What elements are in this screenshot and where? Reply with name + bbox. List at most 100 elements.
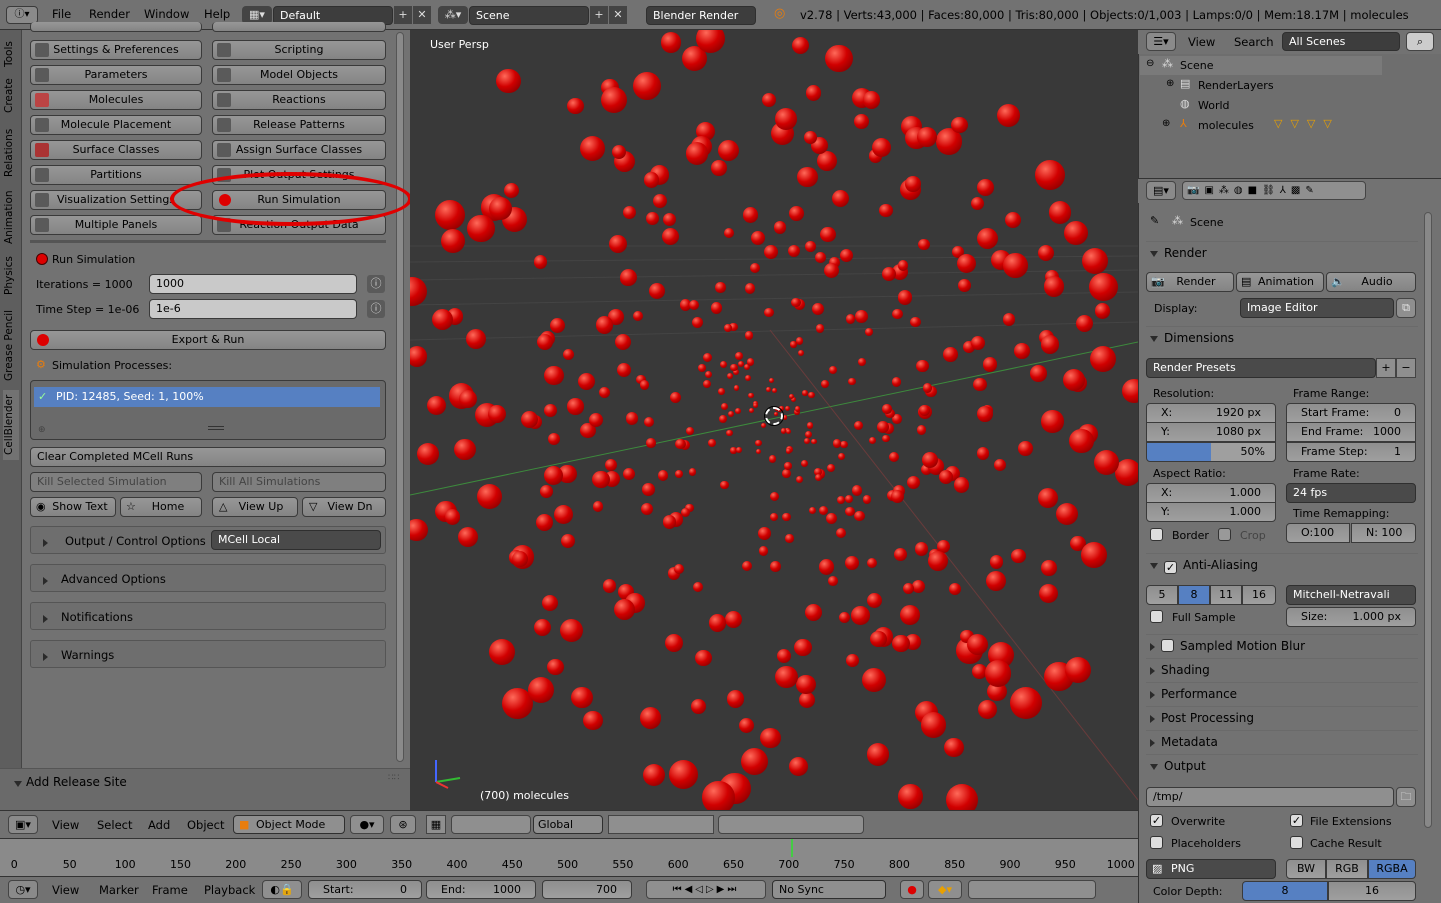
crop-checkbox[interactable] — [1218, 528, 1231, 541]
aa-filter-dropdown[interactable]: Mitchell-Netravali — [1286, 585, 1416, 605]
start-frame-field[interactable]: Start Frame: 0 — [1286, 403, 1416, 423]
performance-panel-header[interactable]: Performance — [1146, 682, 1418, 704]
menu-window[interactable]: Window — [144, 7, 189, 21]
post-processing-panel-header[interactable]: Post Processing — [1146, 706, 1418, 728]
cache-result-checkbox[interactable] — [1290, 836, 1303, 849]
shading-panel-header[interactable]: Shading — [1146, 658, 1418, 680]
process-list-item[interactable]: ✓ PID: 12485, Seed: 1, 100% — [34, 387, 380, 407]
export-run-button[interactable]: Export & Run — [30, 330, 386, 350]
add-preset-icon[interactable]: + — [1376, 358, 1396, 378]
keying-icon[interactable]: ◆▾ — [928, 880, 962, 899]
render-button[interactable]: 📷 Render — [1146, 272, 1234, 292]
aspect-x-field[interactable]: X: 1.000 — [1146, 483, 1276, 503]
operator-panel[interactable]: Add Release Site ∷∷ — [0, 768, 410, 810]
aa-sample-8[interactable]: 8 — [1178, 585, 1210, 605]
view-down-button[interactable]: ▽ View Dn — [302, 497, 386, 517]
resolution-y-field[interactable]: Y: 1080 px — [1146, 422, 1276, 442]
viewport-tools[interactable] — [718, 815, 864, 834]
properties-context-tabs[interactable]: 📷▣⁂◍■⛓⅄▩✎ — [1182, 181, 1366, 200]
preview-range-icon[interactable]: ◐🔒 — [262, 880, 302, 899]
tab-relations[interactable]: Relations — [3, 124, 19, 182]
advanced-options-panel[interactable]: Advanced Options — [30, 564, 386, 592]
resolution-x-field[interactable]: X: 1920 px — [1146, 403, 1276, 423]
shading-dropdown[interactable]: ●▾ — [350, 815, 384, 834]
keying-set-field[interactable] — [968, 880, 1096, 899]
tab-create[interactable]: Create — [3, 76, 19, 116]
record-button-icon[interactable]: ● — [900, 880, 924, 899]
list-resize-handle[interactable] — [208, 426, 224, 430]
outliner-menu-view[interactable]: View — [1188, 35, 1215, 49]
expand-triangle-icon[interactable] — [43, 536, 54, 549]
remap-new-field[interactable]: N: 100 — [1351, 523, 1416, 543]
iterations-info-icon[interactable]: ⓘ — [367, 275, 385, 293]
aa-sample-16[interactable]: 16 — [1242, 585, 1276, 605]
menu-file[interactable]: File — [52, 7, 71, 21]
file-format-dropdown[interactable]: ▨ PNG — [1146, 859, 1276, 879]
color-mode-rgb[interactable]: RGB — [1326, 859, 1368, 879]
scene-icon[interactable]: ⁂▾ — [438, 6, 468, 24]
expand-triangle-icon[interactable] — [43, 574, 54, 587]
render-panel-header[interactable]: Render — [1146, 241, 1418, 263]
timeline-editor-icon[interactable]: ◷▾ — [8, 880, 38, 899]
remap-old-field[interactable]: O:100 — [1286, 523, 1350, 543]
molecule-placement-button[interactable]: Molecule Placement — [30, 115, 202, 135]
pin-icon[interactable]: ✎ — [1150, 214, 1159, 227]
parameters-button[interactable]: Parameters — [30, 65, 202, 85]
menu-render[interactable]: Render — [89, 7, 130, 21]
menu-help[interactable]: Help — [204, 7, 230, 21]
anti-aliasing-checkbox[interactable]: ✓ — [1164, 561, 1177, 574]
output-control-panel[interactable]: Output / Control Options MCell Local — [30, 526, 386, 554]
color-mode-rgba[interactable]: RGBA — [1368, 859, 1416, 879]
aa-sample-11[interactable]: 11 — [1210, 585, 1242, 605]
home-button[interactable]: ☆ Home — [120, 497, 202, 517]
3d-viewport[interactable]: User Persp (700) molecules — [410, 30, 1138, 810]
properties-scrollbar[interactable] — [1424, 212, 1432, 828]
aa-sample-5[interactable]: 5 — [1146, 585, 1178, 605]
drag-handle-icon[interactable]: ∷∷ — [388, 773, 399, 783]
audio-button[interactable]: 🔈 Audio — [1326, 272, 1416, 292]
release-patterns-button[interactable]: Release Patterns — [212, 115, 386, 135]
object-mode-dropdown[interactable]: ■ Object Mode — [233, 815, 345, 834]
metadata-panel-header[interactable]: Metadata — [1146, 730, 1418, 752]
add-layout-icon[interactable]: + — [394, 6, 412, 24]
list-plus-icon[interactable]: ⊕ — [38, 425, 46, 435]
tab-cellblender[interactable]: CellBlender — [3, 390, 19, 460]
scene-field[interactable]: Scene — [469, 6, 589, 25]
partially-hidden-button-left[interactable] — [30, 22, 202, 32]
multiple-panels-button[interactable]: Multiple Panels — [30, 215, 202, 235]
overwrite-checkbox[interactable]: ✓ — [1150, 814, 1163, 827]
kill-selected-button[interactable]: Kill Selected Simulation — [30, 472, 202, 492]
timestep-input[interactable]: 1e-6 — [149, 299, 357, 319]
menu-add[interactable]: Add — [148, 818, 170, 832]
expand-triangle-icon[interactable] — [43, 612, 54, 625]
menu-frame[interactable]: Frame — [152, 883, 188, 897]
resolution-percentage-slider[interactable]: 50% — [1146, 442, 1276, 462]
tab-animation[interactable]: Animation — [3, 186, 19, 248]
mcell-local-dropdown[interactable]: MCell Local — [211, 530, 381, 550]
menu-select[interactable]: Select — [97, 818, 132, 832]
assign-surface-classes-button[interactable]: Assign Surface Classes — [212, 140, 386, 160]
orientation-dropdown[interactable]: Global — [533, 815, 603, 834]
outliner-row-renderlayers[interactable]: ⊕ ▤ RenderLayers — [1140, 76, 1382, 95]
output-panel-header[interactable]: Output — [1146, 754, 1418, 776]
remove-scene-icon[interactable]: ✕ — [609, 6, 627, 24]
shelf-scrollbar[interactable] — [396, 32, 404, 762]
remove-layout-icon[interactable]: ✕ — [413, 6, 431, 24]
view-up-button[interactable]: △ View Up — [212, 497, 298, 517]
animation-button[interactable]: ▤ Animation — [1236, 272, 1324, 292]
new-window-icon[interactable]: ⧉ — [1396, 298, 1416, 318]
end-frame-field[interactable]: End: 1000 — [426, 880, 536, 899]
placeholders-checkbox[interactable] — [1150, 836, 1163, 849]
outliner-editor-icon[interactable]: ☰▾ — [1146, 32, 1176, 51]
file-extensions-checkbox[interactable]: ✓ — [1290, 814, 1303, 827]
menu-view[interactable]: View — [52, 883, 79, 897]
filter-size-field[interactable]: Size: 1.000 px — [1286, 607, 1416, 627]
current-frame-field[interactable]: 700 — [542, 880, 632, 899]
color-depth-8[interactable]: 8 — [1242, 881, 1328, 901]
fps-dropdown[interactable]: 24 fps — [1286, 483, 1416, 503]
sync-dropdown[interactable]: No Sync — [772, 880, 886, 899]
timestep-info-icon[interactable]: ⓘ — [367, 300, 385, 318]
model-objects-button[interactable]: Model Objects — [212, 65, 386, 85]
notifications-panel[interactable]: Notifications — [30, 602, 386, 630]
anti-aliasing-panel-header[interactable]: ✓ Anti-Aliasing — [1146, 553, 1418, 575]
